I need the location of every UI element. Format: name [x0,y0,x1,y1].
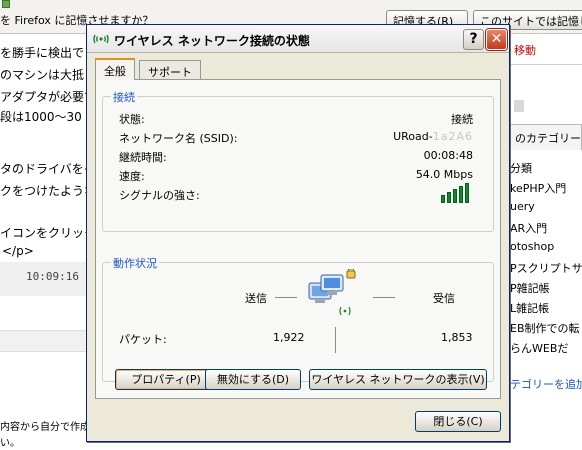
signal-bar [465,183,469,203]
footer-line: 内容から自分で作成 [0,422,90,433]
category-item[interactable]: kePHP入門 [510,180,566,196]
article-line: 段は1000～30 [0,110,82,124]
close-button[interactable]: 閉じる(C) [415,411,501,432]
general-tab-panel: 接続 状態: 接続 ネットワーク名 (SSID): URoad-1a2A6 継続… [95,79,501,399]
ssid-obscured: 1a2A6 [432,130,473,143]
speed-label: 速度: [119,170,145,183]
article-line: タのドライバをイン [0,162,90,176]
sent-label: 送信 [245,292,267,305]
view-wireless-networks-button[interactable]: ワイヤレス ネットワークの表示(V) [309,369,487,390]
connection-group: 接続 状態: 接続 ネットワーク名 (SSID): URoad-1a2A6 継続… [102,89,494,232]
signal-bar [453,189,457,203]
article-line: イコンをクリックす [0,226,90,240]
packets-received: 1,853 [441,331,473,344]
signal-bar [447,192,451,203]
duration-value: 00:08:48 [423,149,473,162]
ssid-label: ネットワーク名 (SSID): [119,132,238,145]
ssid-value: URoad-1a2A6 [393,130,473,143]
wireless-status-dialog: ワイヤレス ネットワーク接続の状態 ? ✕ 全般 サポート 接続 状態: 接続 … [86,24,510,442]
categories-tab[interactable]: のカテゴリー [506,124,582,150]
article-line: アダプタが必要で [0,90,90,104]
category-item[interactable]: uery [510,200,535,213]
status-label: 状態: [119,113,145,126]
activity-legend: 動作状況 [111,255,159,271]
network-computers-icon [308,269,356,316]
comment-timestamp: 10:09:16 a [26,270,93,283]
dialog-title: ワイヤレス ネットワーク接続の状態 [114,34,310,48]
properties-button[interactable]: プロパティ(P) [115,369,217,390]
category-item[interactable]: P雑記帳 [510,280,550,296]
sent-line [275,297,297,298]
duration-label: 継続時間: [119,151,167,164]
category-item[interactable]: らんWEBだ [510,340,568,356]
help-button[interactable]: ? [463,29,484,50]
connection-legend: 接続 [111,89,137,105]
move-link[interactable]: 移動 [514,42,536,58]
category-item[interactable]: otoshop [510,240,554,253]
packets-sent: 1,922 [273,331,305,344]
speed-value: 54.0 Mbps [415,168,473,181]
category-item[interactable]: AR入門 [510,220,547,236]
sidebar-divider [508,64,582,65]
received-label: 受信 [433,292,455,305]
packets-label: パケット: [119,333,167,346]
dialog-titlebar[interactable]: ワイヤレス ネットワーク接続の状態 ? ✕ [87,25,509,53]
close-icon[interactable]: ✕ [486,29,507,50]
ssid-prefix: URoad- [393,130,433,143]
add-category-link[interactable]: テゴリーを追加 [510,376,582,392]
article-line: クをつけたような [0,184,90,198]
wireless-network-icon [93,34,109,44]
received-line [373,297,395,298]
signal-bar [459,186,463,203]
status-value: 接続 [451,113,473,126]
tab-general[interactable]: 全般 [95,58,135,80]
tab-support[interactable]: サポート [139,60,201,80]
article-line: を勝手に検出で [0,46,85,60]
sidebar-marker [514,100,524,112]
category-item[interactable]: EB制作での転 [510,320,580,336]
category-item[interactable]: Pスクリプトサ [510,260,582,276]
signal-label: シグナルの強さ: [119,189,200,202]
disable-button[interactable]: 無効にする(D) [205,369,301,390]
footer-line: い。 [0,438,20,449]
activity-group: 動作状況 送信 受信 パケット: 1,922 1,853 [102,255,494,382]
category-item[interactable]: 分類 [510,160,532,176]
notification-icon [2,0,10,8]
activity-divider [335,327,336,353]
signal-bar [441,195,445,203]
article-line: </p> [2,244,34,258]
article-line: のマシンは大抵 [0,68,85,82]
signal-strength-meter [441,181,473,203]
section-divider [0,330,92,352]
category-item[interactable]: L雑記帳 [510,300,549,316]
